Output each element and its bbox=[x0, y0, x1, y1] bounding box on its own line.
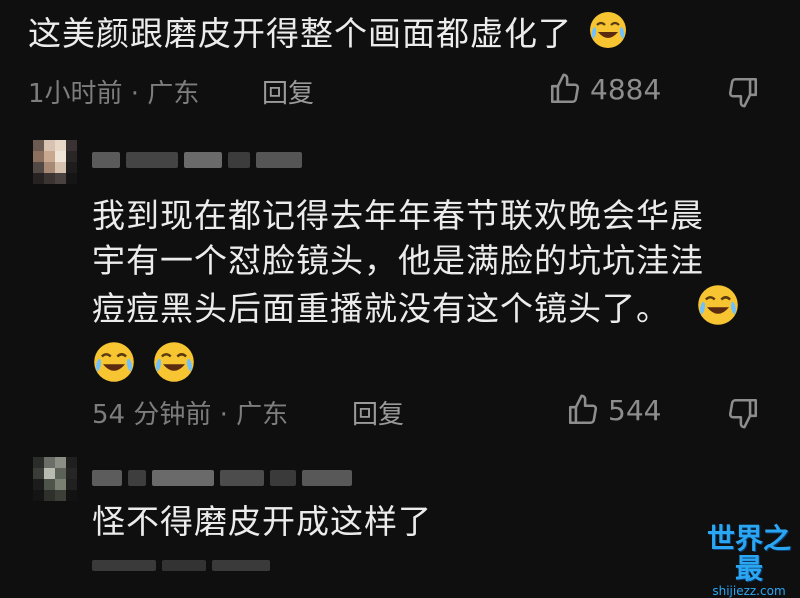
comment-1-text-row: 这美颜跟磨皮开得整个画面都虚化了 bbox=[28, 10, 628, 61]
comment-2-like-count: 544 bbox=[608, 393, 662, 427]
thumbs-up-icon bbox=[566, 393, 600, 427]
comment-2-line-3-row: 痘痘黑头后面重播就没有这个镜头了。 bbox=[92, 283, 740, 338]
tears-of-joy-emoji bbox=[92, 340, 136, 395]
comment-2-line-1: 我到现在都记得去年年春节联欢晚会华晨 bbox=[92, 196, 704, 235]
thumbs-up-icon bbox=[548, 72, 582, 106]
tears-of-joy-emoji bbox=[152, 340, 196, 395]
username-redacted[interactable] bbox=[92, 470, 352, 486]
comment-2-meta: 54 分钟前 · 广东 bbox=[92, 400, 289, 430]
comment-1-like-count: 4884 bbox=[590, 72, 662, 106]
thumbs-down-icon[interactable] bbox=[726, 396, 760, 430]
comment-2-like-button[interactable]: 544 bbox=[566, 393, 661, 427]
tears-of-joy-emoji bbox=[588, 10, 628, 61]
comment-2-line-2: 宇有一个怼脸镜头，他是满脸的坑坑洼洼 bbox=[92, 241, 704, 280]
comment-1-text: 这美颜跟磨皮开得整个画面都虚化了 bbox=[28, 14, 572, 53]
comment-2-text: 我到现在都记得去年年春节联欢晚会华晨 宇有一个怼脸镜头，他是满脸的坑坑洼洼 痘痘… bbox=[92, 193, 740, 395]
comment-3-text: 怪不得磨皮开成这样了 bbox=[92, 502, 432, 541]
comment-2-emoji-row bbox=[92, 340, 740, 395]
comment-2-reply-button[interactable]: 回复 bbox=[352, 394, 404, 431]
avatar[interactable] bbox=[33, 457, 77, 501]
comment-1-like-button[interactable]: 4884 bbox=[548, 72, 661, 106]
thumbs-down-icon[interactable] bbox=[726, 75, 760, 109]
next-comment-redacted bbox=[92, 560, 270, 571]
comment-1-meta: 1小时前 · 广东 bbox=[28, 79, 200, 109]
comment-1-reply-button[interactable]: 回复 bbox=[262, 73, 314, 110]
watermark-title: 世界之最 bbox=[706, 522, 791, 585]
watermark: 世界之最 shijiezz.com bbox=[698, 524, 800, 598]
tears-of-joy-emoji bbox=[696, 283, 740, 338]
comment-2-line-3: 痘痘黑头后面重播就没有这个镜头了。 bbox=[92, 289, 670, 328]
username-redacted[interactable] bbox=[92, 152, 302, 168]
avatar[interactable] bbox=[33, 140, 77, 184]
watermark-url: shijiezz.com bbox=[712, 584, 786, 598]
